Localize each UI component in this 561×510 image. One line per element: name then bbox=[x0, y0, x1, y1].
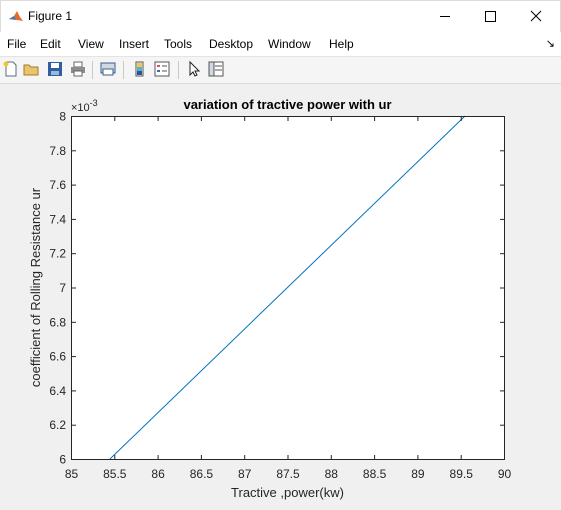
figure-canvas[interactable]: 85 85.5 86 86.5 87 87.5 88 88.5 89 89.5 90 6 6.2 6.4… bbox=[0, 84, 561, 505]
dock-figure-icon[interactable]: ↘ bbox=[546, 37, 555, 50]
figure-toolbar bbox=[0, 57, 561, 84]
maximize-icon bbox=[485, 11, 496, 22]
y-tick-label: 6.2 bbox=[49, 418, 66, 432]
toolbar-separator bbox=[178, 61, 179, 79]
toolbar-separator bbox=[123, 61, 124, 79]
x-tick-label: 89.5 bbox=[450, 467, 474, 481]
property-inspector-icon[interactable] bbox=[207, 60, 225, 78]
y-axis-exponent: ×10-3 bbox=[71, 98, 98, 114]
x-tick-label: 88 bbox=[325, 467, 339, 481]
edit-plot-pointer-icon[interactable] bbox=[185, 60, 203, 78]
open-file-icon[interactable] bbox=[23, 60, 41, 78]
menu-window[interactable]: Window bbox=[268, 37, 311, 51]
close-icon bbox=[530, 10, 542, 22]
print-icon[interactable] bbox=[69, 60, 87, 78]
menu-help[interactable]: Help bbox=[329, 37, 354, 51]
menu-insert[interactable]: Insert bbox=[119, 37, 149, 51]
x-axis-label: Tractive ,power(kw) bbox=[231, 485, 344, 500]
line-chart[interactable]: 85 85.5 86 86.5 87 87.5 88 88.5 89 89.5 90 66.26.4… bbox=[0, 84, 561, 505]
matlab-logo-icon bbox=[9, 11, 23, 21]
y-tick-label: 7.2 bbox=[49, 247, 66, 261]
menu-desktop[interactable]: Desktop bbox=[209, 37, 253, 51]
x-tick-label: 87.5 bbox=[276, 467, 300, 481]
y-tick-label: 6.4 bbox=[49, 384, 66, 398]
x-tick-label: 88.5 bbox=[363, 467, 387, 481]
menu-edit[interactable]: Edit bbox=[40, 37, 61, 51]
menu-file[interactable]: File bbox=[7, 37, 26, 51]
legend-icon[interactable] bbox=[153, 60, 171, 78]
x-tick-label: 85 bbox=[65, 467, 79, 481]
y-exponent-base: ×10 bbox=[71, 102, 90, 114]
menu-view[interactable]: View bbox=[78, 37, 104, 51]
window-title: Figure 1 bbox=[28, 9, 73, 23]
x-tick-label: 85.5 bbox=[103, 467, 127, 481]
y-tick-label: 7 bbox=[59, 281, 66, 295]
x-tick-label: 86 bbox=[151, 467, 165, 481]
y-tick-label: 8 bbox=[59, 110, 66, 124]
y-tick-label: 7.4 bbox=[49, 212, 66, 226]
x-tick-label: 89 bbox=[411, 467, 425, 481]
y-tick-label: 7.8 bbox=[49, 144, 66, 158]
y-tick-label: 7.6 bbox=[49, 178, 66, 192]
y-tick-label: 6.6 bbox=[49, 350, 66, 364]
minimize-button[interactable] bbox=[421, 1, 467, 32]
minimize-icon bbox=[440, 16, 450, 17]
maximize-button[interactable] bbox=[467, 1, 513, 32]
y-tick-label: 6.8 bbox=[49, 315, 66, 329]
menu-tools[interactable]: Tools bbox=[164, 37, 192, 51]
x-tick-label: 87 bbox=[238, 467, 252, 481]
window-titlebar: Figure 1 bbox=[0, 0, 561, 32]
y-tick-label: 6 bbox=[59, 453, 66, 467]
y-axis-label: coefficient of Rolling Resistance ur bbox=[28, 187, 43, 387]
chart-title: variation of tractive power with ur bbox=[183, 97, 391, 112]
close-button[interactable] bbox=[513, 1, 559, 32]
x-tick-label: 90 bbox=[498, 467, 512, 481]
colorbar-icon[interactable] bbox=[131, 60, 149, 78]
new-figure-icon[interactable] bbox=[2, 60, 20, 78]
y-exponent-power: -3 bbox=[90, 98, 98, 108]
print-preview-icon[interactable] bbox=[99, 60, 117, 78]
x-tick-label: 86.5 bbox=[190, 467, 214, 481]
save-icon[interactable] bbox=[46, 60, 64, 78]
toolbar-separator bbox=[92, 61, 93, 79]
menu-bar: File Edit View Insert Tools Desktop Wind… bbox=[0, 32, 561, 57]
